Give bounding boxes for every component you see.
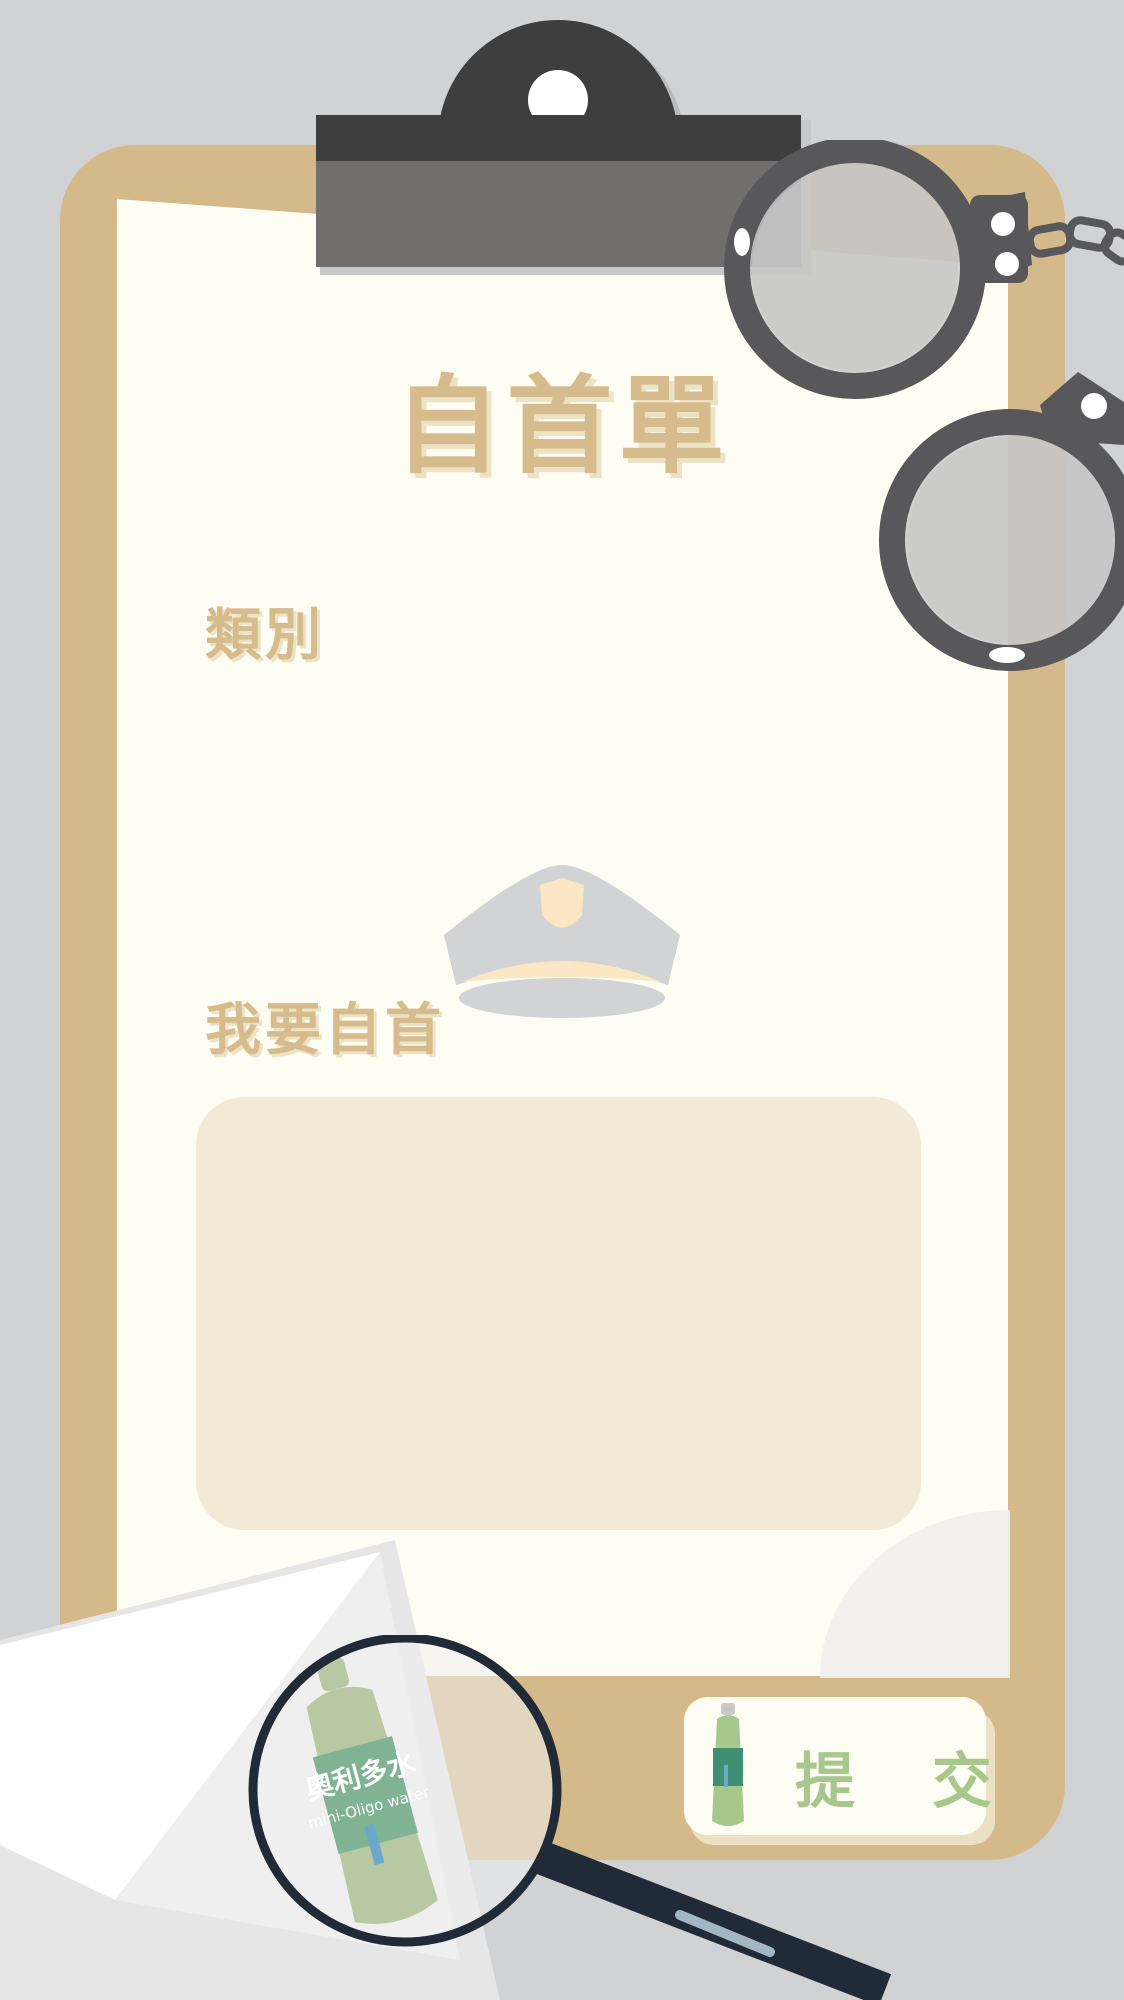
- police-hat-icon: [444, 865, 680, 1018]
- submit-button[interactable]: [684, 1697, 986, 1835]
- page-title: 自首單: [394, 363, 731, 488]
- confess-label: 我要自首: [205, 997, 445, 1063]
- category-label: 類別: [205, 602, 325, 668]
- confess-textarea[interactable]: [196, 1097, 921, 1530]
